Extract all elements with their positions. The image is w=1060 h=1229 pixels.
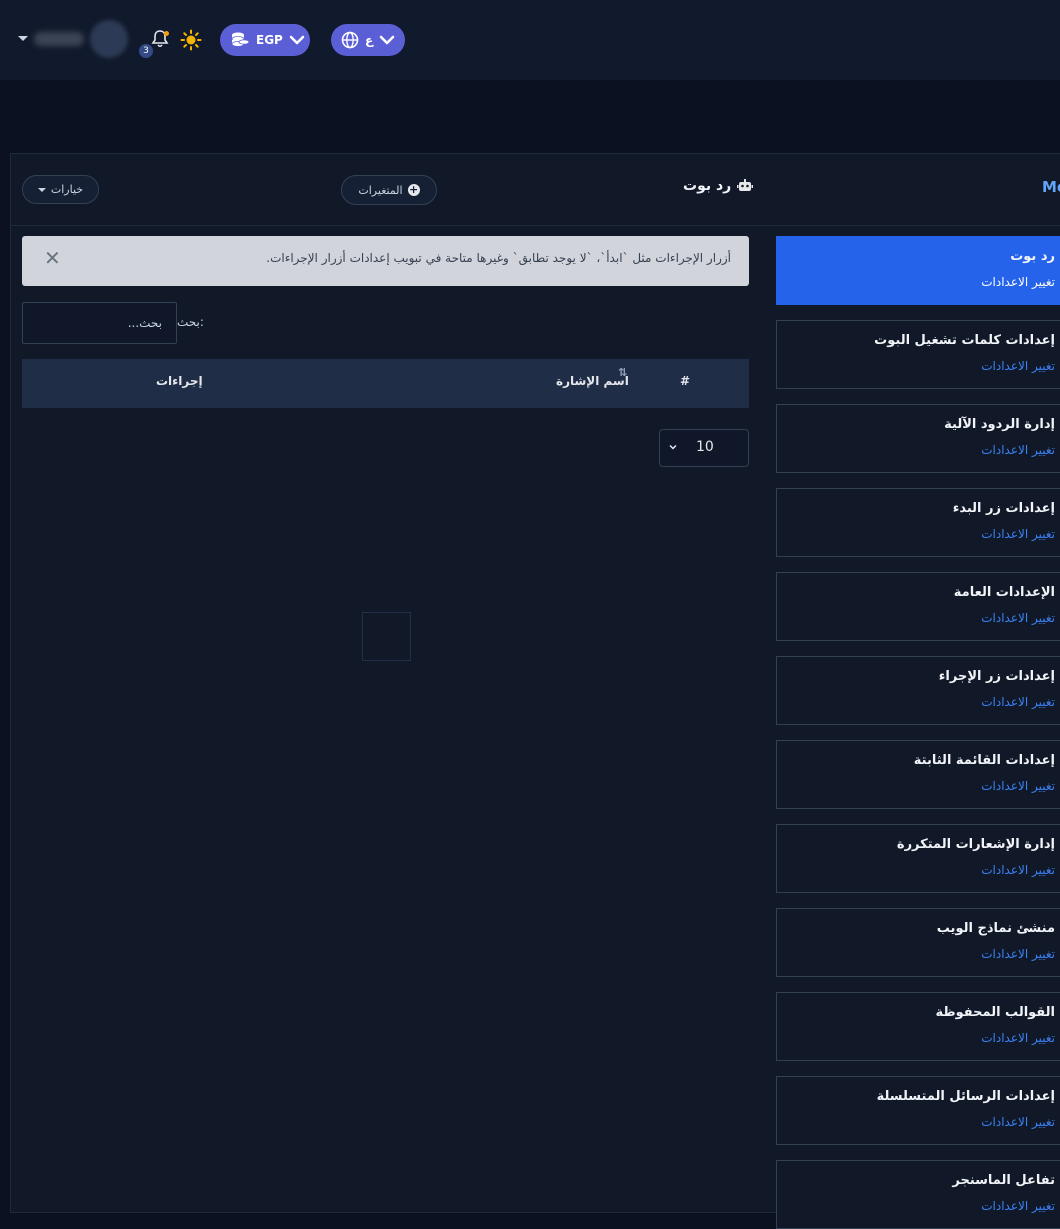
change-settings-link[interactable]: تغيير الاعدادات	[981, 527, 1055, 541]
chevron-down-icon	[669, 444, 677, 450]
change-settings-link[interactable]: تغيير الاعدادات	[981, 359, 1055, 373]
currency-label: EGP	[256, 33, 283, 47]
currency-selector[interactable]: EGP	[220, 24, 310, 56]
alert-text: أزرار الإجراءات مثل `ابدأ`، `لا يوجد تطا…	[266, 251, 731, 265]
change-settings-link[interactable]: تغيير الاعدادات	[981, 947, 1055, 961]
top-navbar: 3 EGP ع	[0, 0, 1060, 80]
search-label: بحث:	[177, 315, 204, 329]
change-settings-link[interactable]: تغيير الاعدادات	[981, 863, 1055, 877]
plus-circle-icon: +	[407, 183, 420, 196]
settings-menu-item[interactable]: الإعدادات العامة تغيير الاعدادات	[776, 572, 1060, 641]
change-settings-link[interactable]: تغيير الاعدادات	[981, 275, 1055, 289]
settings-menu-item-title: رد بوت	[1010, 249, 1055, 264]
settings-menu-item-title: إعدادات كلمات تشغيل البوت	[874, 333, 1055, 348]
settings-menu-item[interactable]: منشئ نماذج الويب تغيير الاعدادات	[776, 908, 1060, 977]
settings-menu-item[interactable]: إعدادات زر البدء تغيير الاعدادات	[776, 488, 1060, 557]
notification-count-badge: 3	[139, 44, 153, 58]
settings-menu-item-title: الإعدادات العامة	[953, 585, 1055, 600]
page-title-text: رد بوت	[683, 178, 732, 194]
user-name-blurred[interactable]	[34, 32, 84, 46]
column-header-index[interactable]: #	[680, 374, 690, 388]
robot-icon	[737, 179, 754, 191]
column-header-name[interactable]: اسم الإشارة	[556, 374, 629, 388]
coins-icon	[231, 32, 250, 47]
info-alert: أزرار الإجراءات مثل `ابدأ`، `لا يوجد تطا…	[22, 236, 749, 286]
page-size-value: 10	[696, 439, 714, 455]
settings-menu-item[interactable]: إعدادات الرسائل المتسلسلة تغيير الاعدادات	[776, 1076, 1060, 1145]
sun-icon[interactable]	[180, 29, 202, 51]
options-label: خيارات	[50, 183, 84, 196]
change-settings-link[interactable]: تغيير الاعدادات	[981, 1199, 1055, 1213]
column-header-actions: إجراءات	[156, 374, 203, 388]
change-settings-link[interactable]: تغيير الاعدادات	[981, 1115, 1055, 1129]
settings-menu-item[interactable]: تفاعل الماسنجر تغيير الاعدادات	[776, 1160, 1060, 1229]
settings-menu-item[interactable]: إعدادات كلمات تشغيل البوت تغيير الاعدادات	[776, 320, 1060, 389]
settings-menu-item-title: إعدادات الرسائل المتسلسلة	[876, 1089, 1055, 1104]
settings-menu-item[interactable]: إعدادات زر الإجراء تغيير الاعدادات	[776, 656, 1060, 725]
bot-reply-card: خيارات المتغيرات + رد بوت Mo أزرار الإجر…	[10, 153, 1060, 1229]
change-settings-link[interactable]: تغيير الاعدادات	[981, 443, 1055, 457]
change-settings-link[interactable]: تغيير الاعدادات	[981, 1031, 1055, 1045]
settings-menu-item-title: إعدادات القائمة الثابتة	[913, 753, 1055, 768]
chevron-down-icon	[379, 35, 395, 45]
notification-dot	[164, 31, 169, 36]
settings-menu-item-title: منشئ نماذج الويب	[936, 921, 1055, 936]
variables-label: المتغيرات	[358, 183, 403, 197]
globe-icon	[341, 31, 359, 49]
change-settings-link[interactable]: تغيير الاعدادات	[981, 695, 1055, 709]
page-size-select[interactable]: 10	[659, 429, 749, 467]
options-dropdown-button[interactable]: خيارات	[22, 175, 99, 204]
search-input[interactable]	[22, 302, 177, 344]
page-title: رد بوت	[683, 178, 754, 194]
settings-menu-item[interactable]: رد بوت تغيير الاعدادات	[776, 236, 1060, 305]
settings-menu-item-title: إعدادات زر الإجراء	[938, 669, 1055, 684]
avatar[interactable]	[90, 20, 128, 58]
settings-menu-item-title: إعدادات زر البدء	[952, 501, 1055, 516]
settings-menu-item-title: القوالب المحفوظة	[935, 1005, 1055, 1020]
settings-menu-item-title: إدارة الردود الآلية	[944, 417, 1055, 432]
variables-button[interactable]: المتغيرات +	[341, 175, 437, 205]
table-header-row: # ⇅ اسم الإشارة إجراءات	[22, 359, 749, 408]
card-header: خيارات المتغيرات + رد بوت Mo	[11, 154, 1060, 226]
user-menu-caret-icon[interactable]	[18, 36, 28, 41]
settings-menu-item[interactable]: القوالب المحفوظة تغيير الاعدادات	[776, 992, 1060, 1061]
settings-menu-item[interactable]: إدارة الردود الآلية تغيير الاعدادات	[776, 404, 1060, 473]
close-icon[interactable]: ✕	[44, 248, 61, 268]
language-label: ع	[365, 33, 374, 47]
settings-menu-item[interactable]: إدارة الإشعارات المتكررة تغيير الاعدادات	[776, 824, 1060, 893]
chevron-down-icon	[289, 35, 305, 45]
settings-menu-item-title: إدارة الإشعارات المتكررة	[896, 837, 1055, 852]
loading-placeholder	[362, 612, 411, 661]
language-selector[interactable]: ع	[331, 24, 405, 56]
settings-menu-item-title: تفاعل الماسنجر	[952, 1173, 1055, 1188]
change-settings-link[interactable]: تغيير الاعدادات	[981, 611, 1055, 625]
change-settings-link[interactable]: تغيير الاعدادات	[981, 779, 1055, 793]
card-tag: Mo	[1042, 178, 1060, 196]
caret-down-icon	[37, 187, 46, 192]
settings-menu-item[interactable]: إعدادات القائمة الثابتة تغيير الاعدادات	[776, 740, 1060, 809]
